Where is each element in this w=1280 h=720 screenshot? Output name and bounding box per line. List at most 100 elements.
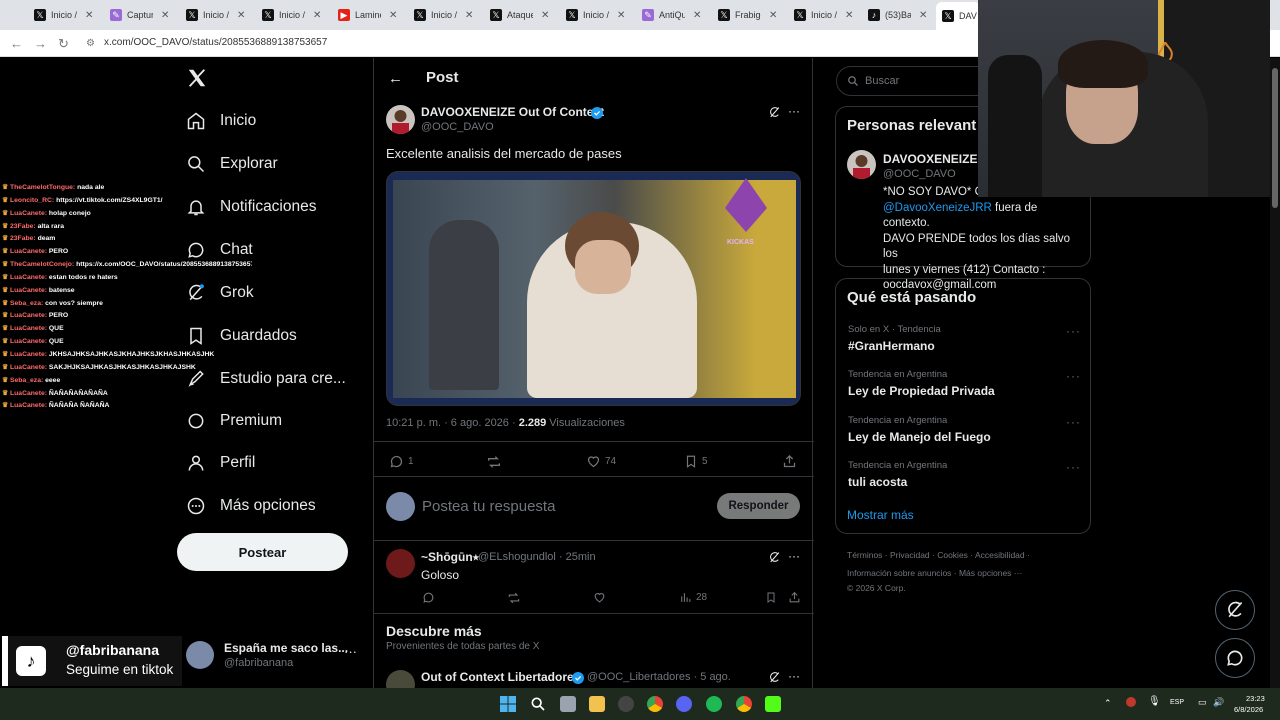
- close-icon[interactable]: ✕: [85, 10, 93, 21]
- spotify-icon[interactable]: [706, 696, 722, 712]
- browser-tab[interactable]: ✎AntiQua✕: [636, 3, 701, 27]
- windows-start-icon[interactable]: [500, 696, 516, 712]
- chevron-up-icon[interactable]: ⌃: [1104, 698, 1112, 709]
- back-arrow-icon[interactable]: ←: [388, 70, 403, 87]
- more-options-icon[interactable]: ···: [788, 549, 800, 563]
- reply-share-icon[interactable]: [788, 591, 805, 604]
- sidebar-item-premium[interactable]: Premium: [186, 411, 282, 431]
- footer-links[interactable]: Términos · Privacidad · Cookies · Accesi…: [847, 550, 1030, 560]
- reply-bookmark-icon[interactable]: [765, 591, 781, 604]
- grok-icon[interactable]: [768, 106, 781, 124]
- more-options-icon[interactable]: ···: [1066, 460, 1081, 474]
- messages-fab-button[interactable]: [1215, 638, 1255, 678]
- grok-icon[interactable]: [768, 671, 781, 688]
- search-icon[interactable]: [530, 696, 546, 712]
- reply-author-avatar[interactable]: [386, 549, 415, 578]
- volume-icon[interactable]: 🔊: [1213, 697, 1224, 708]
- x-logo-icon[interactable]: [186, 67, 208, 94]
- browser-tab[interactable]: 𝕏 Ataque ✕: [484, 3, 549, 27]
- reply-action[interactable]: 1: [389, 454, 414, 469]
- chrome-icon[interactable]: [736, 696, 752, 712]
- author-name[interactable]: DAVOOXENEIZE Out Of Context: [421, 105, 604, 119]
- browser-tab-active[interactable]: 𝕏 DAV: [936, 2, 980, 30]
- browser-tab[interactable]: 𝕏 Inicio / ✕: [788, 3, 853, 27]
- network-icon[interactable]: ▭: [1198, 697, 1207, 708]
- next-author-avatar[interactable]: [386, 670, 415, 688]
- reply-author-handle[interactable]: @ELshogundlol · 25min: [478, 551, 596, 563]
- post-button[interactable]: Postear: [177, 533, 348, 571]
- grok-icon[interactable]: [768, 551, 781, 569]
- browser-tab[interactable]: 𝕏Frabigo✕: [712, 3, 777, 27]
- trend-item[interactable]: Solo en X · Tendencia #GranHermano: [848, 324, 941, 353]
- bookmark-action[interactable]: 5: [684, 454, 708, 469]
- reply-button[interactable]: Responder: [717, 493, 800, 519]
- scrollbar[interactable]: [1270, 58, 1280, 688]
- folder-icon[interactable]: [589, 696, 605, 712]
- next-author-name[interactable]: Out of Context Libertadores: [421, 670, 580, 684]
- browser-tab[interactable]: ♪(53)Ban✕: [862, 3, 927, 27]
- close-icon[interactable]: ✕: [617, 10, 625, 21]
- url-field[interactable]: x.com/OOC_DAVO/status/208553688913875365…: [104, 37, 327, 48]
- more-options-icon[interactable]: ···: [1066, 369, 1081, 383]
- back-arrow-icon[interactable]: ←: [10, 36, 23, 51]
- more-options-icon[interactable]: ···: [1066, 324, 1081, 338]
- obs-icon[interactable]: [618, 696, 634, 712]
- relevant-avatar[interactable]: [847, 150, 876, 179]
- bio-mention-link[interactable]: @DavooXeneizeJRR: [883, 202, 992, 214]
- more-options-icon[interactable]: ···: [788, 104, 800, 118]
- relevant-handle[interactable]: @OOC_DAVO: [883, 168, 956, 180]
- sidebar-item-perfil[interactable]: Perfil: [186, 453, 255, 473]
- browser-tab[interactable]: 𝕏 Inicio / ✕: [180, 3, 245, 27]
- trend-item[interactable]: Tendencia en Argentina Ley de Manejo del…: [848, 415, 991, 444]
- reply-author-name[interactable]: ~Shōgūn⭑: [421, 550, 479, 565]
- grok-fab-button[interactable]: [1215, 590, 1255, 630]
- more-options-icon[interactable]: ···: [344, 644, 357, 659]
- author-handle[interactable]: @OOC_DAVO: [421, 121, 494, 133]
- close-icon[interactable]: ✕: [769, 10, 777, 21]
- avatar[interactable]: [186, 641, 214, 669]
- task-view-icon[interactable]: [560, 696, 576, 712]
- like-action[interactable]: 74: [586, 454, 616, 469]
- language-indicator[interactable]: ESP: [1170, 699, 1184, 706]
- tray-app-icon[interactable]: [1126, 697, 1136, 707]
- show-more-link[interactable]: Mostrar más: [847, 508, 914, 522]
- close-icon[interactable]: ✕: [465, 10, 473, 21]
- more-options-icon[interactable]: ···: [788, 669, 800, 683]
- site-info-icon[interactable]: ⚙: [86, 38, 95, 49]
- reply-repost-icon[interactable]: [507, 591, 525, 605]
- reply-heart-icon[interactable]: [593, 591, 610, 604]
- sidebar-item-mas-opciones[interactable]: Más opciones: [186, 496, 316, 516]
- author-avatar[interactable]: [386, 105, 415, 134]
- sidebar-item-inicio[interactable]: Inicio: [186, 111, 256, 131]
- trend-item[interactable]: Tendencia en Argentina Ley de Propiedad …: [848, 369, 995, 398]
- discord-icon[interactable]: [676, 696, 692, 712]
- footer-links[interactable]: Información sobre anuncios · Más opcione…: [847, 568, 1022, 578]
- close-icon[interactable]: ✕: [237, 10, 245, 21]
- scrollbar-thumb[interactable]: [1272, 68, 1278, 208]
- reply-reply-icon[interactable]: [422, 591, 439, 604]
- close-icon[interactable]: ✕: [161, 10, 169, 21]
- close-icon[interactable]: ✕: [541, 10, 549, 21]
- reload-icon[interactable]: ↻: [58, 36, 69, 52]
- next-author-handle[interactable]: @OOC_Libertadores · 5 ago.: [587, 671, 731, 683]
- browser-tab[interactable]: 𝕏 Inicio / ✕: [28, 3, 93, 27]
- browser-tab[interactable]: ▶Lamine✕: [332, 3, 397, 27]
- sidebar-item-explorar[interactable]: Explorar: [186, 154, 278, 174]
- clock-time[interactable]: 23:23: [1246, 694, 1265, 703]
- close-icon[interactable]: ✕: [919, 10, 927, 21]
- kick-icon[interactable]: [765, 696, 781, 712]
- reply-input[interactable]: Postea tu respuesta: [422, 498, 555, 515]
- forward-arrow-icon[interactable]: →: [34, 36, 47, 51]
- browser-tab[interactable]: 𝕏 Inicio / ✕: [408, 3, 473, 27]
- browser-tab[interactable]: ✎Captura✕: [104, 3, 169, 27]
- post-media[interactable]: KICKAS: [386, 171, 801, 406]
- microphone-icon[interactable]: 🎙: [1148, 696, 1161, 707]
- share-icon[interactable]: [782, 454, 801, 469]
- clock-date[interactable]: 6/8/2026: [1234, 705, 1263, 714]
- browser-tab[interactable]: 𝕏 Inicio / ✕: [256, 3, 321, 27]
- close-icon[interactable]: ✕: [845, 10, 853, 21]
- browser-tab[interactable]: 𝕏 Inicio / ✕: [560, 3, 625, 27]
- trend-item[interactable]: Tendencia en Argentina tuli acosta: [848, 460, 947, 489]
- chrome-icon[interactable]: [647, 696, 663, 712]
- more-options-icon[interactable]: ···: [1066, 415, 1081, 429]
